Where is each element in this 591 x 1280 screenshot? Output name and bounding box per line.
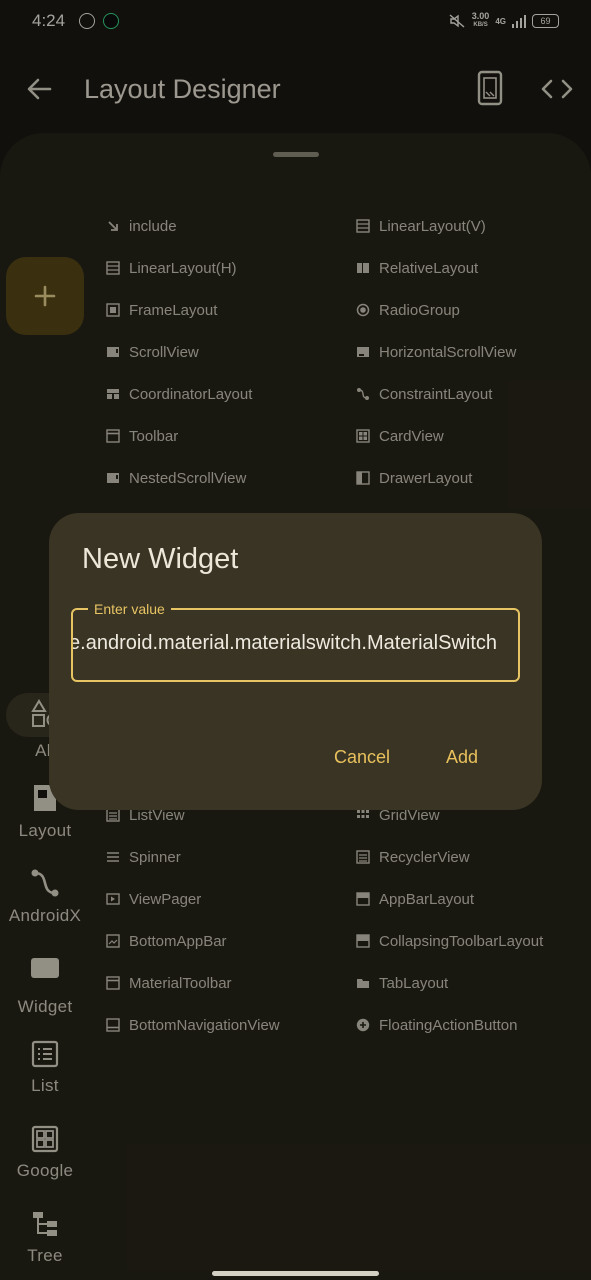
home-indicator[interactable]: [212, 1271, 379, 1276]
widget-name-input[interactable]: com.google.android.material.materialswit…: [71, 608, 520, 682]
new-widget-dialog: New Widget com.google.android.material.m…: [49, 513, 542, 810]
cancel-button[interactable]: Cancel: [334, 747, 390, 768]
input-value: com.google.android.material.materialswit…: [73, 632, 497, 654]
dialog-title: New Widget: [82, 543, 239, 575]
add-button[interactable]: Add: [446, 747, 478, 768]
input-label: Enter value: [88, 601, 171, 617]
